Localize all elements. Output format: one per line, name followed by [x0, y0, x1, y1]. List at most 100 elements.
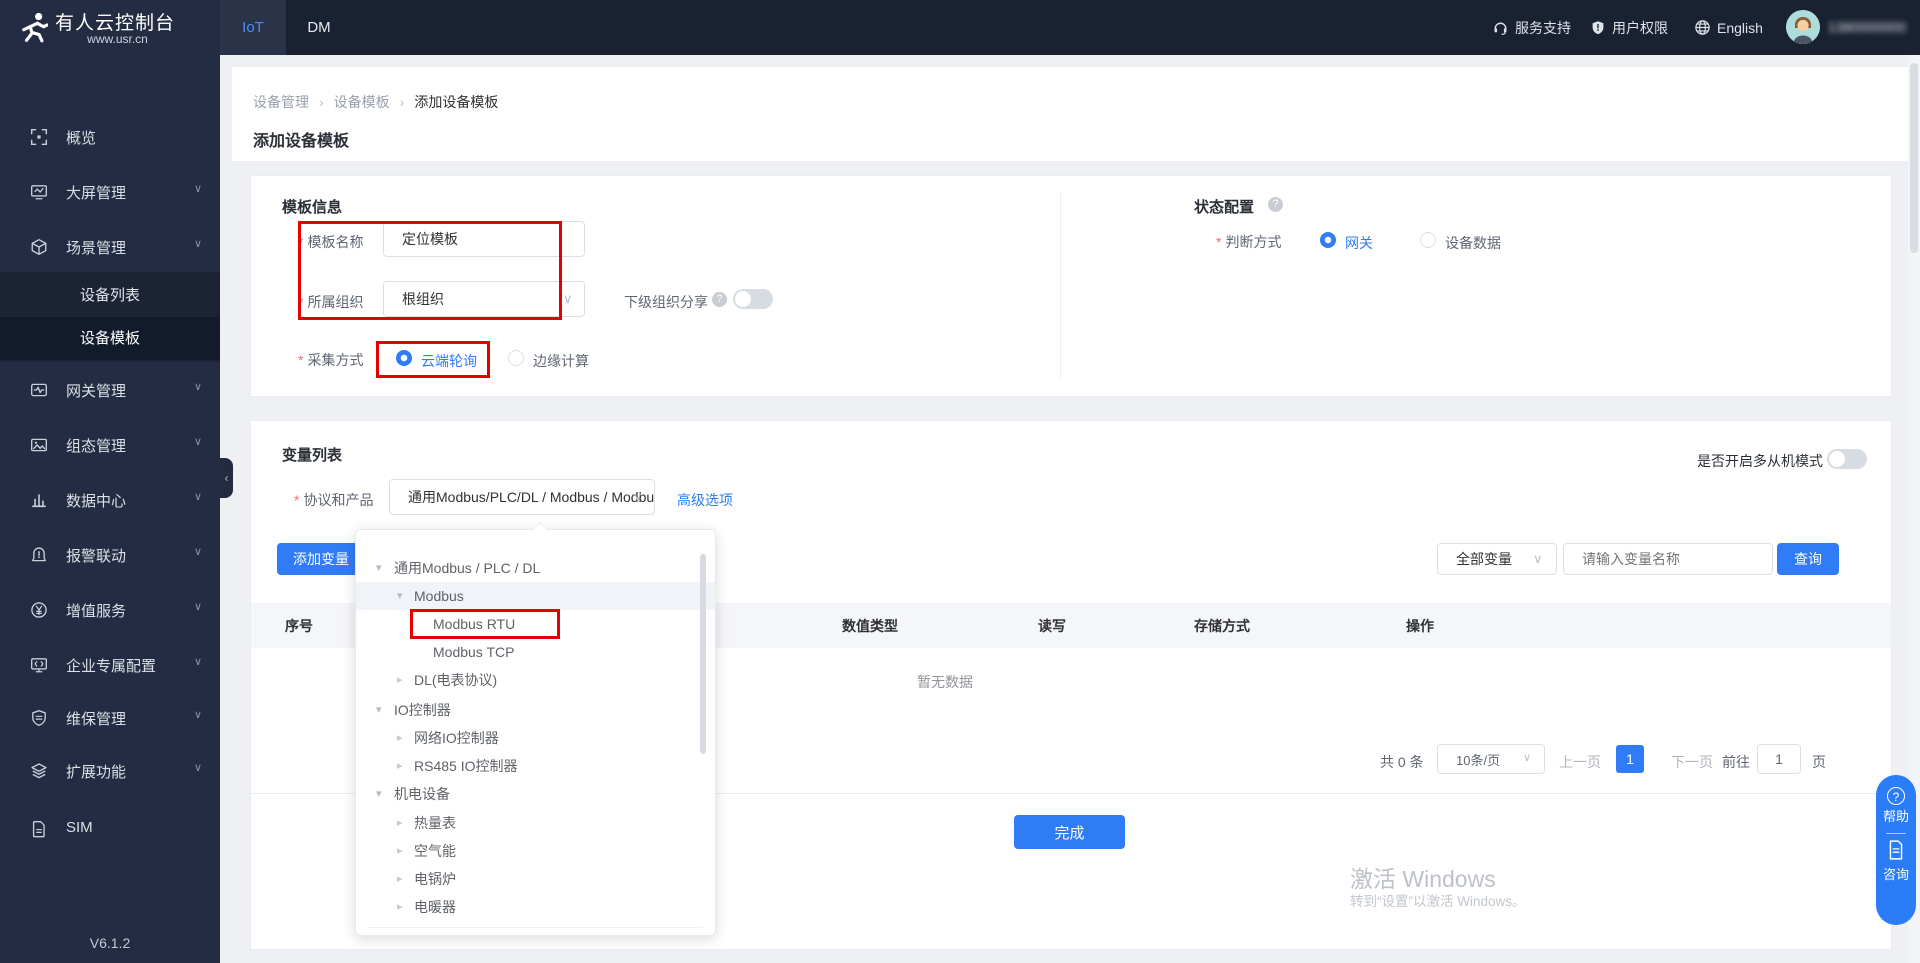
- radio-device-data[interactable]: [1420, 232, 1436, 248]
- radio-gateway-label[interactable]: 网关: [1345, 233, 1373, 253]
- sidebar-item-extension[interactable]: 扩展功能 ∨: [0, 749, 220, 793]
- advanced-options-link[interactable]: 高级选项: [677, 490, 733, 510]
- status-config-help-icon[interactable]: ?: [1268, 197, 1283, 212]
- radio-cloud-polling-label[interactable]: 云端轮询: [421, 351, 477, 371]
- tree-item-heat-meter[interactable]: 热量表: [356, 809, 715, 837]
- tree-item-modbus[interactable]: Modbus: [356, 582, 715, 610]
- radio-cloud-polling[interactable]: [396, 350, 412, 366]
- sidebar-item-enterprise[interactable]: 企业专属配置 ∨: [0, 643, 220, 687]
- tree-item-electric-boiler[interactable]: 电锅炉: [356, 865, 715, 893]
- variable-filter-select[interactable]: 全部变量: [1437, 543, 1557, 575]
- template-name-input[interactable]: [383, 221, 585, 257]
- sidebar-collapse-handle[interactable]: ‹: [220, 458, 233, 498]
- column-header-read-write: 读写: [1038, 618, 1066, 634]
- tab-iot[interactable]: IoT: [220, 0, 286, 55]
- app-root: 有人云控制台 www.usr.cn IoT DM 服务支持 用户权限 Engli…: [0, 0, 1920, 963]
- chevron-down-icon: ∨: [193, 546, 202, 558]
- breadcrumb-device-template[interactable]: 设备模板: [334, 92, 390, 112]
- sidebar-item-device-template[interactable]: 设备模板: [0, 317, 220, 360]
- chevron-down-icon: ∨: [193, 183, 202, 195]
- tree-item-general-modbus[interactable]: 通用Modbus / PLC / DL: [356, 554, 715, 582]
- windows-activation-watermark: 激活 Windows: [1350, 866, 1496, 892]
- column-header-storage: 存储方式: [1194, 618, 1250, 634]
- sidebar-item-configuration[interactable]: 组态管理 ∨: [0, 423, 220, 467]
- required-asterisk: *: [298, 294, 304, 310]
- chevron-down-icon: ∨: [193, 656, 202, 668]
- judge-mode-label: * 判断方式: [1216, 234, 1282, 250]
- document-icon[interactable]: [1887, 840, 1905, 860]
- tree-item-io-controller[interactable]: IO控制器: [356, 696, 715, 724]
- prev-page-button[interactable]: 上一页: [1559, 752, 1601, 772]
- breadcrumb-device-management[interactable]: 设备管理: [253, 92, 309, 112]
- radio-edge-computing[interactable]: [508, 350, 524, 366]
- goto-page-input[interactable]: [1757, 744, 1801, 774]
- empty-state-text: 暂无数据: [917, 674, 973, 690]
- tree-item-network-io[interactable]: 网络IO控制器: [356, 724, 715, 752]
- column-header-actions: 操作: [1406, 618, 1434, 634]
- caret-right-icon: [397, 837, 403, 865]
- consult-button[interactable]: 咨询: [1876, 864, 1916, 883]
- logo-block[interactable]: 有人云控制台 www.usr.cn: [0, 0, 220, 55]
- column-header-index: 序号: [285, 618, 313, 634]
- variable-list-title: 变量列表: [282, 447, 343, 464]
- tree-item-dl-protocol[interactable]: DL(电表协议): [356, 666, 715, 694]
- help-question-icon[interactable]: ?: [1887, 787, 1905, 805]
- tree-item-electric-heater[interactable]: 电暖器: [356, 893, 715, 921]
- add-variable-button[interactable]: 添加变量: [277, 543, 365, 575]
- sidebar-item-gateway[interactable]: 网关管理 ∨: [0, 368, 220, 412]
- radio-edge-computing-label[interactable]: 边缘计算: [533, 351, 589, 371]
- dropdown-scrollbar-thumb[interactable]: [700, 554, 706, 754]
- usr-logo-icon: [22, 12, 48, 43]
- goto-label: 前往: [1722, 754, 1750, 770]
- header-language[interactable]: English: [1694, 0, 1763, 55]
- page-size-select[interactable]: 10条/页: [1437, 744, 1545, 774]
- sidebar-item-maintenance[interactable]: 维保管理 ∨: [0, 696, 220, 740]
- gateway-icon: [31, 383, 47, 397]
- done-button[interactable]: 完成: [1014, 815, 1125, 849]
- help-button[interactable]: 帮助: [1876, 806, 1916, 825]
- page-scrollbar-thumb[interactable]: [1910, 63, 1918, 253]
- tree-item-modbus-tcp[interactable]: Modbus TCP: [356, 638, 715, 666]
- sidebar: 概览 大屏管理 ∨ 场景管理 ∨ 设备管理 ∧ 设备列: [0, 55, 220, 963]
- tree-item-modbus-rtu[interactable]: Modbus RTU: [356, 610, 715, 638]
- header-service-support[interactable]: 服务支持: [1492, 0, 1571, 55]
- variable-search-input[interactable]: [1563, 543, 1773, 575]
- pill-divider: [1886, 833, 1906, 834]
- tree-item-electromechanical[interactable]: 机电设备: [356, 780, 715, 808]
- sidebar-item-value-added[interactable]: 增值服务 ∨: [0, 588, 220, 632]
- sidebar-item-scene[interactable]: 场景管理 ∨: [0, 225, 220, 269]
- tab-dm[interactable]: DM: [286, 0, 352, 55]
- dropdown-bottom-divider: [368, 927, 703, 928]
- header-user-permission[interactable]: 用户权限: [1590, 0, 1668, 55]
- sidebar-item-alarm[interactable]: 报警联动 ∨: [0, 533, 220, 577]
- sidebar-item-bigscreen[interactable]: 大屏管理 ∨: [0, 170, 220, 214]
- avatar[interactable]: [1786, 10, 1820, 44]
- bar-chart-icon: [32, 494, 46, 508]
- multi-slave-toggle[interactable]: [1827, 449, 1867, 469]
- chevron-down-icon: ∨: [193, 436, 202, 448]
- top-header: 有人云控制台 www.usr.cn IoT DM 服务支持 用户权限 Engli…: [0, 0, 1920, 55]
- share-toggle[interactable]: [733, 289, 773, 309]
- radio-device-data-label[interactable]: 设备数据: [1445, 233, 1501, 253]
- user-phone[interactable]: 1380000000: [1828, 19, 1906, 35]
- share-help-icon[interactable]: ?: [712, 292, 727, 307]
- sidebar-item-data-center[interactable]: 数据中心 ∨: [0, 478, 220, 522]
- sidebar-item-sim[interactable]: SIM: [0, 807, 220, 851]
- tree-item-air-energy[interactable]: 空气能: [356, 837, 715, 865]
- sidebar-item-overview[interactable]: 概览: [0, 115, 220, 159]
- org-select[interactable]: 根组织: [383, 281, 585, 317]
- protocol-select[interactable]: 通用Modbus/PLC/DL / Modbus / Modbus RTU: [389, 479, 655, 515]
- next-page-button[interactable]: 下一页: [1671, 752, 1713, 772]
- caret-down-icon: [376, 696, 382, 724]
- breadcrumb-band: 设备管理 › 设备模板 › 添加设备模板: [232, 67, 1908, 161]
- tree-item-rs485-io[interactable]: RS485 IO控制器: [356, 752, 715, 780]
- shield-icon: [1592, 20, 1604, 34]
- search-button[interactable]: 查询: [1777, 543, 1839, 575]
- page-number-1[interactable]: 1: [1616, 745, 1644, 773]
- chevron-down-icon: ∨: [193, 238, 202, 250]
- sidebar-item-device-list[interactable]: 设备列表: [0, 274, 220, 317]
- globe-icon: [1695, 20, 1710, 35]
- required-asterisk: *: [294, 492, 300, 508]
- pagination-total: 共 0 条: [1380, 754, 1424, 770]
- radio-gateway[interactable]: [1320, 232, 1336, 248]
